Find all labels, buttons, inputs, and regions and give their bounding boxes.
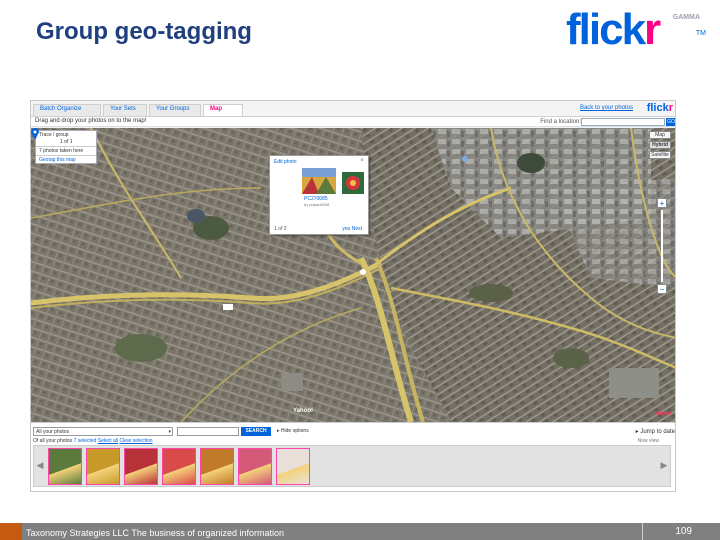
tab-your-groups[interactable]: Your Groups xyxy=(149,104,201,116)
flickr-logo: flickr GAMMA TM xyxy=(566,6,706,56)
organizer-window: Batch Organize Your Sets Your Groups Map… xyxy=(30,100,676,492)
selection-prefix: Of all your photos xyxy=(33,438,74,444)
jump-to-date-label: Jump to date xyxy=(640,429,675,435)
photo-thumbnail[interactable] xyxy=(86,448,120,485)
photo-search-input[interactable] xyxy=(177,427,239,436)
photo-filter-select[interactable]: All your photos ▾ xyxy=(33,427,173,436)
map-provider-logo: Yahoo! xyxy=(293,408,314,414)
tab-batch-organize[interactable]: Batch Organize xyxy=(33,104,101,116)
find-location-input[interactable] xyxy=(581,118,665,126)
map-type-hybrid[interactable]: Hybrid xyxy=(649,141,671,149)
map-type-satellite[interactable]: Satellite xyxy=(649,151,671,159)
popup-thumbnail-2[interactable] xyxy=(342,172,364,194)
back-to-photos-link[interactable]: Back to your photos xyxy=(580,105,633,111)
photo-popup[interactable]: Edit photo × PC270085 by pdpaulM/M 1 of … xyxy=(269,155,369,235)
close-icon[interactable]: × xyxy=(359,158,365,164)
photo-filter-value: All your photos xyxy=(36,429,70,435)
photo-tray: All your photos ▾ SEARCH ▸ Hide options ▸… xyxy=(31,422,675,491)
mini-flickr-logo: flickr xyxy=(647,102,673,114)
drag-hint: Drag and drop your photos on to the map! xyxy=(35,118,147,124)
slide-footer: Taxonomy Strategies LLC The business of … xyxy=(0,523,720,540)
logo-text-blue: flick xyxy=(566,5,646,54)
zoom-track[interactable] xyxy=(661,210,663,282)
footer-logo-icon xyxy=(0,523,22,540)
now-view-label: Now view xyxy=(637,438,659,444)
satellite-map[interactable]: Trace / group 1 of 1 7 photos taken here… xyxy=(31,128,675,422)
mini-logo-blue: flick xyxy=(646,102,669,114)
logo-beta: GAMMA xyxy=(672,14,700,21)
photo-strip[interactable]: ◀ ▶ xyxy=(33,445,671,487)
photo-thumbnail[interactable] xyxy=(162,448,196,485)
map-pin-icon[interactable] xyxy=(31,128,39,140)
selection-count: 7 selected xyxy=(73,438,97,444)
popup-pager: 1 of 2 xyxy=(274,226,287,232)
strip-prev-icon[interactable]: ◀ xyxy=(36,458,44,472)
panel-count: 1 of 1 xyxy=(60,139,73,145)
tab-your-sets[interactable]: Your Sets xyxy=(103,104,147,116)
zoom-control[interactable]: + − xyxy=(657,198,667,294)
photo-thumbnail[interactable] xyxy=(124,448,158,485)
slide-title: Group geo-tagging xyxy=(36,18,252,45)
photo-thumbnail[interactable] xyxy=(238,448,272,485)
slide: Group geo-tagging flickr GAMMA TM Batch … xyxy=(0,0,720,540)
popup-thumbnail[interactable] xyxy=(302,168,336,194)
map-type-map[interactable]: Map xyxy=(649,131,671,139)
chevron-down-icon: ▾ xyxy=(168,429,171,435)
footer-text: Taxonomy Strategies LLC The business of … xyxy=(26,528,284,538)
edit-photo-link[interactable]: Edit photo xyxy=(274,159,297,165)
logo-text-pink: r xyxy=(644,5,661,54)
strip-next-icon[interactable]: ▶ xyxy=(660,458,668,472)
tab-map[interactable]: Map xyxy=(203,104,243,116)
hide-options-toggle[interactable]: ▸ Hide options xyxy=(277,428,309,434)
clear-selection-link[interactable]: Clear selection xyxy=(119,438,152,444)
photos-taken-here[interactable]: 7 photos taken here xyxy=(39,148,83,154)
select-all-link[interactable]: Select all xyxy=(98,438,118,444)
map-toolbar: Drag and drop your photos on to the map!… xyxy=(31,117,675,127)
hide-options-label: Hide options xyxy=(280,428,309,434)
photo-thumbnail[interactable] xyxy=(48,448,82,485)
selection-row: Of all your photos 7 selected Select all… xyxy=(33,438,153,444)
popup-next-link[interactable]: you Next xyxy=(342,226,362,232)
zoom-in-icon[interactable]: + xyxy=(657,198,667,208)
search-button[interactable]: SEARCH xyxy=(241,427,271,436)
zoom-out-icon[interactable]: − xyxy=(657,284,667,294)
logo-tm: TM xyxy=(695,30,706,37)
geotag-panel[interactable]: Trace / group 1 of 1 7 photos taken here… xyxy=(35,130,97,164)
panel-title: Trace / group xyxy=(39,132,69,138)
map-copyright: Yahoo! xyxy=(654,411,671,417)
popup-byline: by pdpaulM/M xyxy=(304,202,330,207)
tab-bar: Batch Organize Your Sets Your Groups Map… xyxy=(31,101,675,117)
footer-divider xyxy=(642,523,643,540)
filter-row: All your photos ▾ SEARCH ▸ Hide options ▸… xyxy=(31,427,675,437)
panel-divider-2 xyxy=(36,155,96,156)
page-number: 109 xyxy=(675,526,692,537)
geotag-link[interactable]: Geotag this map xyxy=(39,157,76,163)
mini-logo-pink: r xyxy=(668,102,673,114)
go-button[interactable]: GO xyxy=(666,118,675,126)
photo-thumbnail[interactable] xyxy=(200,448,234,485)
photo-thumbnail[interactable] xyxy=(276,448,310,485)
find-location-label: Find a location: xyxy=(540,119,581,125)
panel-divider xyxy=(36,146,96,147)
jump-to-date[interactable]: ▸ Jump to date xyxy=(636,428,675,435)
